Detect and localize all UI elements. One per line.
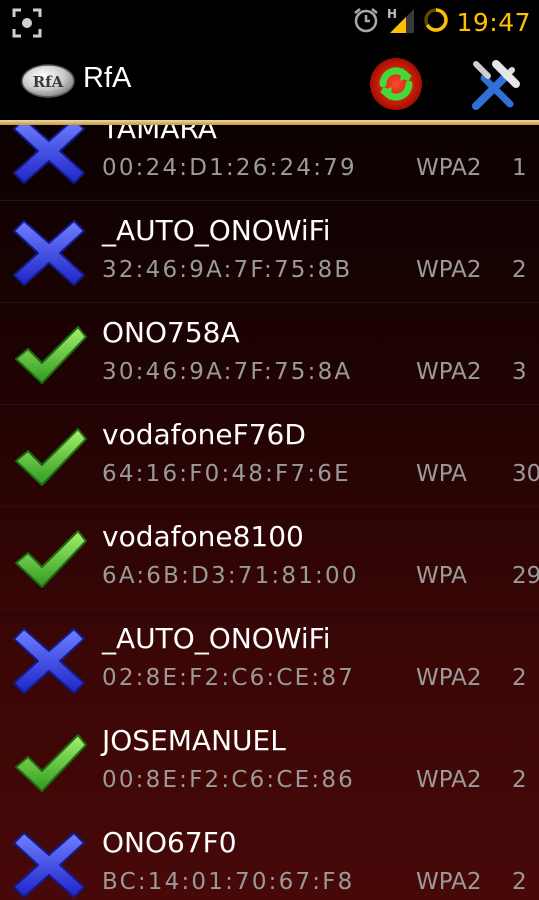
action-bar: RfA RfA (0, 44, 539, 120)
screenshot-icon (12, 8, 42, 42)
network-mac: 02:8E:F2:C6:CE:87 (102, 665, 355, 691)
network-signal: 2 (512, 257, 527, 283)
battery-icon (422, 6, 450, 38)
network-mac: 32:46:9A:7F:75:8B (102, 257, 353, 283)
network-row[interactable]: _AUTO_ONOWiFi 02:8E:F2:C6:CE:87 WPA2 2 (0, 609, 539, 711)
network-type-label: H (387, 7, 397, 21)
app-root: H 19:47 RfA RfA TAMARA 00:24:D1:26:24:79… (0, 0, 539, 900)
network-mac: BC:14:01:70:67:F8 (102, 869, 355, 895)
network-signal: 30 (512, 461, 539, 487)
network-security: WPA2 (416, 359, 482, 385)
network-ssid: TAMARA (102, 125, 217, 145)
network-row[interactable]: ONO67F0 BC:14:01:70:67:F8 WPA2 2 (0, 813, 539, 900)
network-ssid: _AUTO_ONOWiFi (102, 622, 331, 655)
network-list[interactable]: TAMARA 00:24:D1:26:24:79 WPA2 1 _AUTO_ON… (0, 125, 539, 900)
network-signal: 2 (512, 869, 527, 895)
network-security: WPA2 (416, 665, 482, 691)
clock: 19:47 (456, 7, 531, 37)
x-icon (10, 125, 88, 185)
network-ssid: vodafoneF76D (102, 418, 306, 451)
network-security: WPA2 (416, 257, 482, 283)
network-row[interactable]: _AUTO_ONOWiFi 32:46:9A:7F:75:8B WPA2 2 (0, 201, 539, 303)
network-list-inner: TAMARA 00:24:D1:26:24:79 WPA2 1 _AUTO_ON… (0, 125, 539, 900)
network-signal: 2 (512, 767, 527, 793)
network-ssid: _AUTO_ONOWiFi (102, 214, 331, 247)
x-icon (10, 627, 88, 695)
network-row[interactable]: JOSEMANUEL 00:8E:F2:C6:CE:86 WPA2 2 (0, 711, 539, 813)
network-mac: 00:24:D1:26:24:79 (102, 155, 357, 181)
network-security: WPA (416, 461, 467, 487)
network-row[interactable]: ONO758A 30:46:9A:7F:75:8A WPA2 3 (0, 303, 539, 405)
check-icon (10, 525, 88, 593)
app-title: RfA (83, 62, 132, 94)
network-security: WPA2 (416, 767, 482, 793)
network-security: WPA2 (416, 155, 482, 181)
network-mac: 30:46:9A:7F:75:8A (102, 359, 353, 385)
status-bar: H 19:47 (0, 0, 539, 44)
network-row[interactable]: vodafone8100 6A:6B:D3:71:81:00 WPA 29 (0, 507, 539, 609)
network-ssid: ONO67F0 (102, 826, 237, 859)
network-row[interactable]: TAMARA 00:24:D1:26:24:79 WPA2 1 (0, 125, 539, 201)
x-icon (10, 831, 88, 899)
network-security: WPA2 (416, 869, 482, 895)
alarm-icon (352, 6, 380, 38)
network-signal: 1 (512, 155, 527, 181)
logo-text: RfA (33, 73, 64, 91)
network-ssid: JOSEMANUEL (102, 724, 286, 757)
network-signal: 3 (512, 359, 527, 385)
network-ssid: ONO758A (102, 316, 240, 349)
network-row[interactable]: vodafoneF76D 64:16:F0:48:F7:6E WPA 30 (0, 405, 539, 507)
network-signal: 29 (512, 563, 539, 589)
refresh-button[interactable] (368, 56, 424, 112)
network-signal: 2 (512, 665, 527, 691)
network-mac: 6A:6B:D3:71:81:00 (102, 563, 359, 589)
network-ssid: vodafone8100 (102, 520, 304, 553)
check-icon (10, 423, 88, 491)
network-mac: 64:16:F0:48:F7:6E (102, 461, 351, 487)
network-security: WPA (416, 563, 467, 589)
signal-icon: H (386, 5, 416, 39)
status-icons: H 19:47 (352, 0, 531, 44)
x-icon (10, 219, 88, 287)
network-mac: 00:8E:F2:C6:CE:86 (102, 767, 355, 793)
check-icon (10, 729, 88, 797)
tools-icon (472, 60, 520, 110)
check-icon (10, 321, 88, 389)
refresh-icon (370, 58, 422, 110)
tools-button[interactable] (466, 56, 522, 112)
app-logo[interactable]: RfA (20, 63, 76, 99)
